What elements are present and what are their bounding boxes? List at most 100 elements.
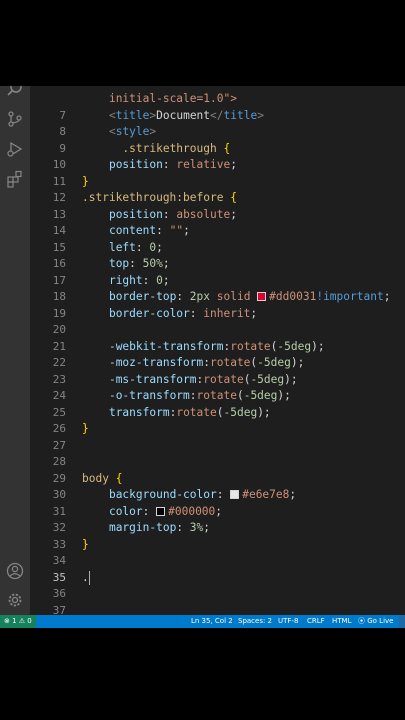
code-line[interactable]: border-top: 2px solid #dd0031!important;	[82, 289, 390, 306]
code-line[interactable]: margin-top: 3%;	[82, 520, 210, 537]
line-number: 32	[52, 521, 66, 534]
code-line[interactable]: }	[82, 537, 89, 554]
code-token: right	[108, 273, 143, 287]
code-line[interactable]: }	[82, 174, 89, 191]
code-token: -5deg	[250, 372, 285, 386]
code-line[interactable]: -moz-transform:rotate(-5deg);	[82, 355, 304, 372]
cursor-position[interactable]: Ln 35, Col 2	[191, 615, 233, 628]
indentation-setting[interactable]: Spaces: 2	[238, 615, 272, 628]
code-token: }	[82, 174, 89, 188]
line-number: 12	[52, 191, 66, 204]
code-token: absolute	[176, 207, 231, 221]
code-line[interactable]: border-color: inherit;	[82, 306, 257, 323]
code-line[interactable]: background-color: #e6e7e8;	[82, 487, 296, 504]
code-token: </	[210, 108, 224, 122]
color-swatch[interactable]	[156, 506, 166, 516]
code-token: border-top	[108, 290, 177, 303]
code-token: rotate	[196, 389, 237, 402]
code-token: -moz-transform	[108, 356, 204, 369]
code-line[interactable]: <title>Document</title>	[82, 108, 264, 125]
code-line[interactable]: top: 50%;	[82, 256, 170, 273]
account-icon[interactable]	[6, 562, 24, 580]
settings-gear-icon[interactable]	[6, 591, 24, 609]
code-token: {	[115, 471, 123, 485]
language-mode[interactable]: HTML	[332, 615, 351, 628]
code-token: position	[108, 158, 163, 171]
code-token: ;	[230, 207, 237, 221]
code-token: -5deg	[243, 389, 278, 402]
code-line[interactable]: transform:rotate(-5deg);	[82, 405, 271, 422]
code-token: -5deg	[223, 405, 258, 419]
code-token: rotate	[210, 356, 251, 369]
code-line[interactable]: body {	[82, 471, 122, 488]
code-token: relative	[176, 158, 231, 171]
code-token: :	[176, 290, 190, 303]
eol-setting[interactable]: CRLF	[307, 615, 325, 628]
code-line[interactable]: }	[82, 421, 89, 438]
line-number-gutter: 7 8 9 10 11 12 13 14 15 16 17 18 19 20 21 22 23 24 25 26 27 2…	[30, 86, 80, 617]
code-token: inherit	[203, 306, 251, 320]
code-token: {	[230, 191, 237, 204]
code-token: .strikethrough	[122, 141, 224, 155]
go-live-button[interactable]: ⦿ Go Live	[358, 615, 393, 628]
code-line[interactable]: position: relative;	[82, 157, 237, 174]
code-token: );	[257, 405, 271, 419]
code-line[interactable]: -o-transform:rotate(-5deg);	[82, 388, 291, 405]
line-number: 24	[52, 389, 66, 402]
code-token: ;	[215, 504, 223, 518]
code-token: <	[108, 108, 116, 122]
code-token: :	[176, 521, 190, 534]
code-token: transform	[108, 405, 170, 419]
code-line[interactable]: right: 0;	[82, 273, 170, 290]
extensions-icon[interactable]	[6, 170, 24, 188]
line-number: 7	[59, 108, 66, 122]
code-line[interactable]: initial-scale=1.0">	[82, 91, 237, 108]
line-number: 25	[52, 405, 66, 419]
code-token: content	[108, 224, 157, 237]
code-token: ;	[183, 224, 190, 237]
code-token: title	[223, 108, 258, 122]
line-number: 27	[52, 438, 66, 452]
code-editor[interactable]: initial-scale=1.0"> <title>Document</tit…	[80, 86, 405, 615]
code-token: rotate	[176, 405, 217, 419]
code-token: {	[223, 141, 231, 155]
code-token: ;	[162, 257, 170, 270]
code-token: body	[82, 471, 116, 485]
code-token: ;	[156, 240, 163, 254]
run-debug-icon[interactable]	[6, 140, 24, 158]
code-token: -ms-transform	[108, 372, 197, 386]
code-token: .	[82, 570, 89, 584]
line-number: 23	[52, 372, 66, 386]
code-token: 0	[156, 273, 163, 287]
problems-indicator[interactable]: ⊗ 1 ⚠ 0	[0, 615, 36, 628]
source-control-icon[interactable]	[6, 110, 24, 128]
code-line[interactable]: position: absolute;	[82, 207, 237, 224]
code-line[interactable]: left: 0;	[82, 240, 163, 257]
line-number: 19	[52, 306, 66, 320]
code-token: <	[108, 125, 116, 138]
line-number: 14	[52, 224, 66, 237]
code-line[interactable]: color: #000000;	[82, 504, 222, 521]
code-token: :	[203, 356, 210, 369]
color-swatch[interactable]	[257, 292, 267, 301]
code-line[interactable]: -ms-transform:rotate(-5deg);	[82, 372, 298, 389]
encoding-setting[interactable]: UTF-8	[278, 615, 298, 628]
text-cursor	[89, 570, 90, 585]
code-token: #e6e7e8	[242, 488, 290, 501]
code-line[interactable]: content: "";	[82, 223, 190, 240]
status-overflow	[399, 615, 405, 628]
code-line[interactable]: -webkit-transform:rotate(-5deg);	[82, 339, 325, 356]
code-line[interactable]: .strikethrough {	[82, 141, 230, 158]
code-token: :	[142, 273, 157, 287]
color-swatch[interactable]	[230, 490, 240, 499]
code-token: ""	[169, 224, 184, 237]
code-line[interactable]: <style>	[82, 124, 156, 141]
line-number: 11	[52, 174, 66, 188]
search-icon[interactable]	[6, 86, 24, 98]
code-line[interactable]: .	[82, 570, 89, 587]
code-token: :	[142, 504, 157, 518]
code-token: border-color	[108, 306, 190, 320]
code-line[interactable]: .strikethrough:before {	[82, 190, 237, 207]
code-token: :	[135, 240, 150, 254]
line-number: 13	[52, 207, 66, 221]
